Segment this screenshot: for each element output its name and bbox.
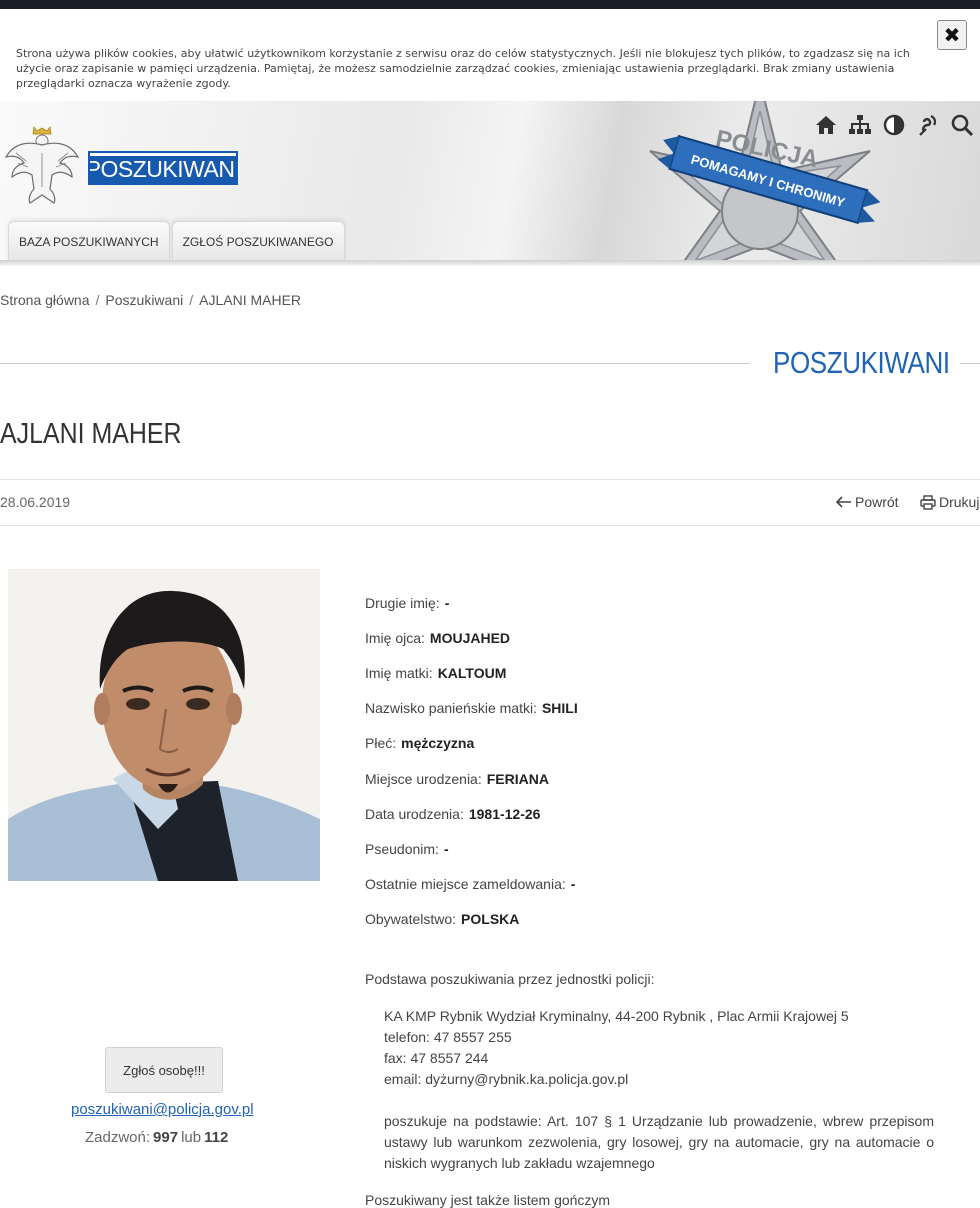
arrow-left-icon [836, 496, 851, 508]
eagle-emblem-icon[interactable] [4, 123, 80, 205]
detail-value: - [444, 594, 450, 611]
police-unit-fax: fax: 47 8557 244 [384, 1050, 489, 1066]
wanted-person-photo [8, 569, 320, 881]
police-unit-email: email: dyżurny@rybnik.ka.policja.gov.pl [384, 1071, 629, 1087]
detail-label: Data urodzenia: [365, 805, 464, 822]
contact-email-link[interactable]: poszukiwani@policja.gov.pl [71, 1101, 254, 1118]
page-title: AJLANI MAHER [0, 418, 182, 450]
detail-row: Nazwisko panieńskie matki: SHILI [365, 691, 965, 726]
section-title: POSZUKIWANI [773, 345, 950, 380]
detail-label: Obywatelstwo: [365, 911, 457, 928]
tab-baza-poszukiwanych[interactable]: BAZA POSZUKIWANYCH [8, 221, 170, 262]
search-icon[interactable] [948, 111, 976, 139]
detail-label: Imię ojca: [365, 629, 425, 646]
call-label: Zadzwoń: [85, 1129, 151, 1146]
tab-zglos-poszukiwanego[interactable]: ZGŁOŚ POSZUKIWANEGO [171, 221, 345, 262]
detail-label: Drugie imię: [365, 594, 440, 611]
contrast-icon[interactable] [880, 111, 908, 139]
detail-value: KALTOUM [437, 664, 507, 681]
breadcrumb-poszukiwani[interactable]: Poszukiwani [105, 292, 183, 308]
divider [0, 479, 980, 480]
print-link[interactable]: Drukuj [920, 494, 979, 510]
printer-icon [920, 494, 936, 510]
detail-value: mężczyzna [401, 735, 475, 752]
detail-label: Nazwisko panieńskie matki: [365, 700, 537, 717]
detail-value: - [443, 840, 449, 857]
detail-row: Pseudonim: - [365, 831, 965, 866]
detail-value: - [570, 876, 576, 893]
additional-info-text: Poszukiwany jest także listem gończym [365, 1192, 611, 1208]
section-divider-right [960, 363, 980, 364]
detail-row: Miejsce urodzenia: FERIANA [365, 761, 965, 796]
detail-label: Płeć: [365, 735, 397, 752]
breadcrumb-current: AJLANI MAHER [199, 292, 302, 308]
close-cookie-button[interactable]: ✖ [937, 20, 967, 50]
detail-row: Obywatelstwo: POLSKA [365, 902, 965, 937]
detail-row: Data urodzenia: 1981-12-26 [365, 796, 965, 831]
police-unit-contact: KA KMP Rybnik Wydział Kryminalny, 44-200… [384, 1006, 849, 1090]
report-person-button[interactable]: Zgłoś osobę!!! [105, 1047, 223, 1093]
call-numbers: Zadzwoń: 997 lub 112 [85, 1129, 231, 1146]
detail-value: FERIANA [486, 770, 549, 787]
home-icon[interactable] [812, 111, 840, 139]
publish-date: 28.06.2019 [0, 494, 71, 510]
top-bar [0, 0, 980, 9]
detail-row: Płeć: mężczyzna [365, 726, 965, 761]
police-unit-name: KA KMP Rybnik Wydział Kryminalny, 44-200… [384, 1008, 849, 1024]
print-label: Drukuj [939, 494, 980, 510]
header-divider [0, 260, 980, 266]
header-tools [812, 111, 976, 139]
site-header: POSZUKIWANI POLICJA POMAGAMY I CHRONIMY [0, 101, 980, 262]
poszukiwani-logo[interactable]: POSZUKIWANI [86, 151, 241, 185]
detail-row: Imię matki: KALTOUM [365, 655, 965, 690]
back-link[interactable]: Powrót [836, 494, 899, 510]
breadcrumb-home[interactable]: Strona główna [0, 292, 90, 308]
detail-label: Ostatnie miejsce zameldowania: [365, 876, 566, 893]
cookie-text: Strona używa plików cookies, aby ułatwić… [16, 47, 910, 90]
detail-label: Miejsce urodzenia: [365, 770, 482, 787]
detail-label: Pseudonim: [365, 840, 439, 857]
accessibility-icon[interactable] [914, 111, 942, 139]
phone-number-997[interactable]: 997 [153, 1129, 178, 1146]
phone-number-112[interactable]: 112 [204, 1129, 228, 1146]
detail-row: Imię ojca: MOUJAHED [365, 620, 965, 655]
main-nav: BAZA POSZUKIWANYCH ZGŁOŚ POSZUKIWANEGO [8, 221, 345, 262]
detail-row: Ostatnie miejsce zameldowania: - [365, 867, 965, 902]
police-unit-phone: telefon: 47 8557 255 [384, 1029, 512, 1045]
person-details: Drugie imię: - Imię ojca: MOUJAHED Imię ma… [365, 585, 965, 937]
back-label: Powrót [855, 494, 899, 510]
breadcrumb: Strona główna / Poszukiwani / AJLANI MAHER [0, 292, 302, 308]
detail-row: Drugie imię: - [365, 585, 965, 620]
detail-value: 1981-12-26 [468, 805, 541, 822]
sitemap-icon[interactable] [846, 111, 874, 139]
detail-value: POLSKA [461, 911, 520, 928]
divider [0, 525, 980, 526]
legal-basis-text: poszukuje na podstawie: Art. 107 § 1 Urz… [384, 1113, 934, 1171]
detail-label: Imię matki: [365, 664, 433, 681]
section-divider-left [0, 363, 750, 364]
cookie-banner: ✖ Strona używa plików cookies, aby ułatw… [0, 9, 980, 101]
detail-value: SHILI [541, 700, 578, 717]
or-label: lub [181, 1129, 202, 1146]
search-basis-heading: Podstawa poszukiwania przez jednostki po… [365, 971, 655, 987]
detail-value: MOUJAHED [429, 629, 511, 646]
